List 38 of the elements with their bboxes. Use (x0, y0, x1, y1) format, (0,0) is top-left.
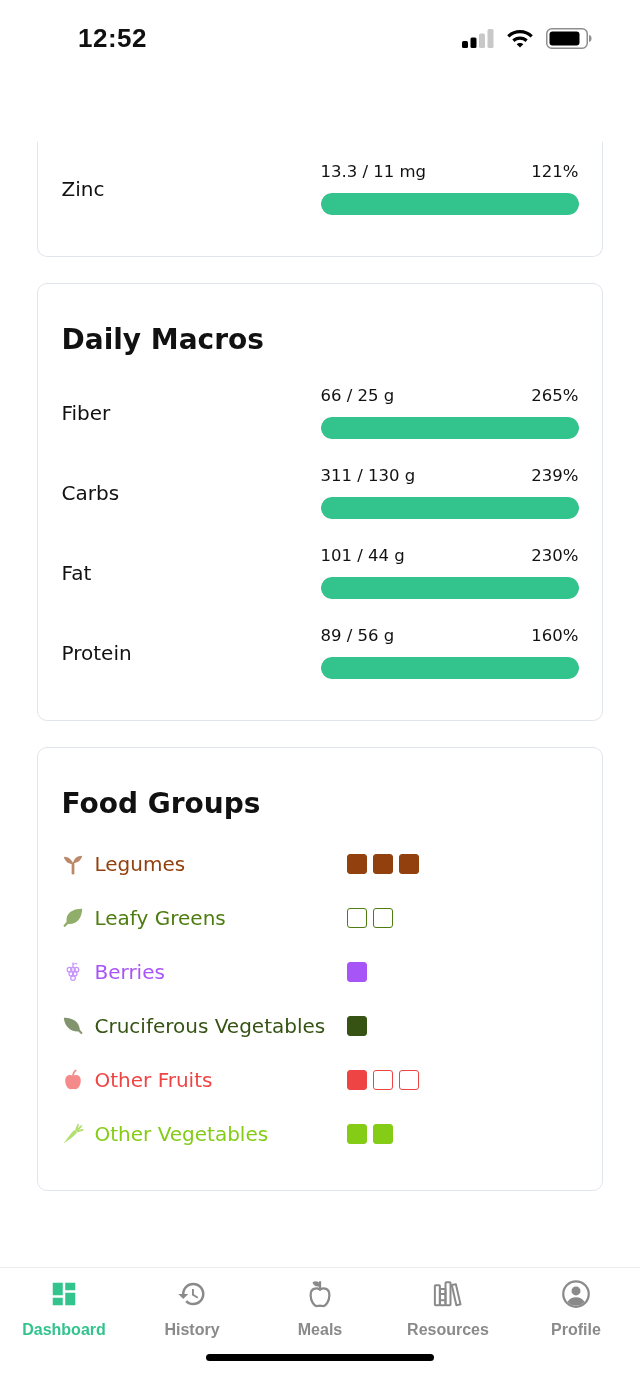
nav-tab[interactable]: Resources (407, 1268, 489, 1340)
profile-icon (561, 1279, 591, 1309)
food-group-label: Other Vegetables (94, 1121, 269, 1147)
books-icon (433, 1279, 463, 1309)
percent-text: 160% (531, 626, 579, 646)
signal-icon (462, 28, 494, 48)
battery-icon (546, 27, 592, 49)
amount-text: 13.3 / 11 mg (320, 162, 427, 182)
food-group-label: Cruciferous Vegetables (94, 1013, 326, 1039)
status-time: 12:52 (78, 22, 147, 54)
nutrient-label: Fat (61, 559, 92, 586)
nav-tab[interactable]: Dashboard (22, 1268, 106, 1340)
card-title: Food Groups (61, 786, 262, 822)
leaf-icon (61, 1015, 84, 1037)
nutrient-label: Fiber (61, 399, 111, 426)
percent-text: 230% (531, 546, 579, 566)
nutrient-label: Carbs (61, 479, 120, 506)
food-group-label: Other Fruits (94, 1067, 213, 1093)
percent-text: 239% (531, 466, 579, 486)
amount-text: 101 / 44 g (320, 546, 405, 566)
sprout-icon (61, 853, 84, 875)
nutrient-label: Protein (61, 639, 132, 666)
food-group-label: Berries (94, 959, 165, 985)
nav-tab[interactable]: Profile (551, 1268, 601, 1340)
food-group-label: Legumes (94, 851, 186, 877)
wifi-icon (506, 28, 534, 48)
card-title: Daily Macros (61, 322, 265, 358)
nav-tab[interactable]: History (164, 1268, 220, 1340)
nutrient-label: Zinc (61, 175, 105, 202)
food-group-label: Leafy Greens (94, 905, 226, 931)
amount-text: 311 / 130 g (320, 466, 416, 486)
amount-text: 66 / 25 g (320, 386, 395, 406)
percent-text: 265% (531, 386, 579, 406)
percent-text: 121% (531, 162, 579, 182)
nav-tab[interactable]: Meals (297, 1268, 343, 1340)
leaf-icon (61, 907, 84, 929)
amount-text: 89 / 56 g (320, 626, 395, 646)
carrot-icon (61, 1123, 84, 1145)
